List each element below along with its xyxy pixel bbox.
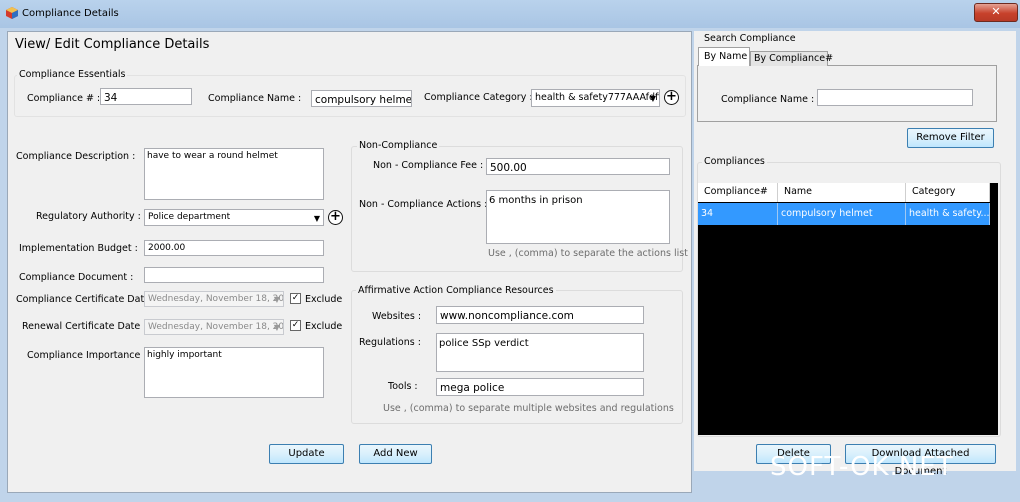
affirmative-group-title: Affirmative Action Compliance Resources <box>356 285 556 296</box>
description-textarea[interactable]: have to wear a round helmet <box>144 148 324 200</box>
compliances-grid[interactable]: Compliance# Name Category 34 compulsory … <box>698 183 998 435</box>
importance-textarea[interactable]: highly important <box>144 347 324 398</box>
column-header-name[interactable]: Name <box>778 183 906 202</box>
search-title: Search Compliance <box>704 33 796 44</box>
tab-by-compliance-number[interactable]: By Compliance# <box>750 51 833 66</box>
compliance-category-label: Compliance Category : <box>424 92 533 103</box>
compliance-number-label: Compliance # : <box>27 93 101 104</box>
column-header-category[interactable]: Category <box>906 183 990 202</box>
close-button[interactable]: ✕ <box>974 3 1018 22</box>
budget-input[interactable]: 2000.00 <box>144 240 324 256</box>
update-button[interactable]: Update <box>269 444 344 464</box>
chevron-down-icon: ▼ <box>313 214 320 223</box>
table-row-cell-category[interactable]: health & safety... <box>906 203 990 225</box>
chevron-down-icon: ▼ <box>649 94 656 103</box>
compliances-title: Compliances <box>702 156 767 167</box>
certificate-date-picker[interactable]: Wednesday, November 18, 201 ▼ <box>144 291 284 307</box>
importance-label: Compliance Importance : <box>27 350 147 361</box>
window-titlebar <box>0 0 1020 28</box>
certificate-date-value: Wednesday, November 18, 201 <box>148 294 284 304</box>
certificate-exclude-label: Exclude <box>305 294 343 305</box>
noncompliance-actions-textarea[interactable]: 6 months in prison <box>486 190 670 244</box>
compliance-category-select[interactable]: health & safety777AAAfdff ▼ <box>531 89 660 107</box>
websites-input[interactable]: www.noncompliance.com <box>436 306 644 324</box>
search-name-label: Compliance Name : <box>721 94 815 105</box>
document-input[interactable] <box>144 267 324 283</box>
chevron-down-icon: ▼ <box>273 323 280 332</box>
document-label: Compliance Document : <box>19 272 134 283</box>
search-name-input[interactable] <box>817 89 973 106</box>
renewal-date-value: Wednesday, November 18, 201 <box>148 322 284 332</box>
chevron-down-icon: ▼ <box>273 295 280 304</box>
renewal-exclude-label: Exclude <box>305 321 343 332</box>
compliance-name-label: Compliance Name : <box>208 93 302 104</box>
add-new-button[interactable]: Add New <box>359 444 432 464</box>
table-row-cell-number[interactable]: 34 <box>698 203 778 225</box>
add-authority-icon[interactable]: + <box>328 210 343 225</box>
table-row-cell-name[interactable]: compulsory helmet <box>778 203 906 225</box>
essentials-group-title: Compliance Essentials <box>17 69 128 80</box>
renewal-date-label: Renewal Certificate Date : <box>22 321 147 332</box>
remove-filter-button[interactable]: Remove Filter <box>907 128 994 148</box>
tools-label: Tools : <box>388 381 418 392</box>
column-header-number[interactable]: Compliance# <box>698 183 778 202</box>
window-title: Compliance Details <box>22 8 119 19</box>
affirmative-hint: Use , (comma) to separate multiple websi… <box>383 403 674 414</box>
regulatory-authority-value: Police department <box>148 212 231 222</box>
regulations-label: Regulations : <box>359 337 421 348</box>
regulatory-authority-label: Regulatory Authority : <box>36 211 141 222</box>
noncompliance-fee-label: Non - Compliance Fee : <box>373 160 484 171</box>
compliance-name-input[interactable]: compulsory helmet <box>311 90 412 107</box>
regulations-textarea[interactable]: police SSp verdict <box>436 333 644 372</box>
certificate-date-label: Compliance Certificate Date : <box>16 294 157 305</box>
actions-hint: Use , (comma) to separate the actions li… <box>488 248 688 259</box>
renewal-date-picker[interactable]: Wednesday, November 18, 201 ▼ <box>144 319 284 335</box>
noncompliance-actions-label: Non - Compliance Actions : <box>359 199 488 210</box>
description-label: Compliance Description : <box>16 151 136 162</box>
noncompliance-group-title: Non-Compliance <box>357 140 440 151</box>
page-title: View/ Edit Compliance Details <box>15 37 210 52</box>
noncompliance-fee-input[interactable]: 500.00 <box>486 158 670 175</box>
app-icon <box>6 7 18 19</box>
websites-label: Websites : <box>372 311 422 322</box>
watermark: SOFT-OK.NET <box>770 452 954 482</box>
tab-by-name[interactable]: By Name <box>698 47 750 66</box>
certificate-exclude-checkbox[interactable]: ✓ <box>290 293 301 304</box>
add-category-icon[interactable]: + <box>664 90 679 105</box>
compliance-number-input[interactable]: 34 <box>100 88 192 105</box>
regulatory-authority-select[interactable]: Police department ▼ <box>144 209 324 226</box>
budget-label: Implementation Budget : <box>19 243 138 254</box>
tools-input[interactable]: mega police <box>436 378 644 396</box>
renewal-exclude-checkbox[interactable]: ✓ <box>290 320 301 331</box>
compliance-category-value: health & safety777AAAfdff <box>535 92 660 103</box>
